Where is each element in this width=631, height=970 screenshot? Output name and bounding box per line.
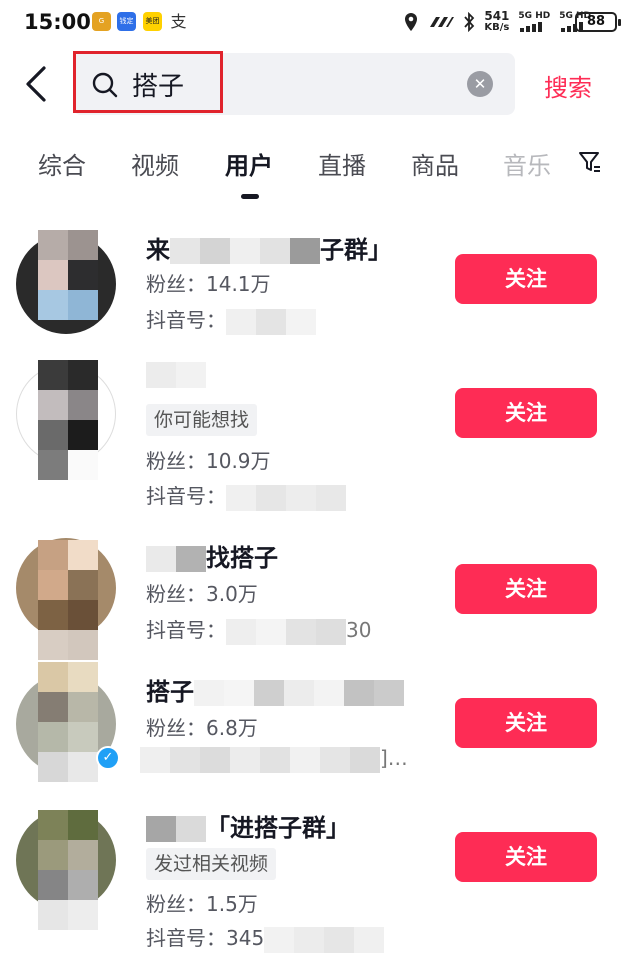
search-button[interactable]: 搜索	[544, 68, 592, 103]
list-item[interactable]: 来 子群」 粉丝：14.1万 抖音号： 关注	[0, 222, 631, 352]
avatar-mosaic	[38, 360, 98, 480]
id-label: 抖音号：	[146, 926, 226, 950]
user-name[interactable]: 「进搭子群」	[146, 808, 350, 843]
list-item[interactable]: 你可能想找 粉丝：10.9万 抖音号： 关注	[0, 352, 631, 511]
tab-users[interactable]: 用户	[225, 146, 273, 181]
bluetooth-icon	[464, 12, 475, 32]
fans-label: 粉丝：	[146, 272, 206, 296]
fans-label: 粉丝：	[146, 716, 206, 740]
fans-count: 粉丝：3.0万	[146, 578, 258, 607]
net-speed-value: 541	[484, 9, 510, 23]
douyin-id: 抖音号：	[146, 480, 346, 511]
fans-label: 粉丝：	[146, 582, 206, 606]
network-speed: 541 KB/s	[484, 9, 510, 33]
douyin-id: 抖音号：	[146, 304, 316, 335]
fans-label: 粉丝：	[146, 449, 206, 473]
nfc-icon	[430, 17, 455, 27]
fans-value: 6.8万	[206, 716, 258, 740]
list-item[interactable]: ✓ 搭子 粉丝：6.8万 ]… 关注	[0, 662, 631, 792]
fans-value: 3.0万	[206, 582, 258, 606]
suggestion-tag: 你可能想找	[146, 404, 258, 436]
id-value: ]…	[380, 746, 408, 770]
fans-count: 粉丝：14.1万	[146, 268, 271, 297]
fans-count: 粉丝：10.9万	[146, 445, 271, 474]
status-bar: 15:00 G 钱定 美团 支 541 KB/s 5G HD 5G HD 88	[0, 0, 631, 44]
status-indicators: 541 KB/s 5G HD 5G HD	[403, 10, 591, 34]
user-name-suffix: 「进搭子群」	[206, 814, 350, 842]
id-value: 30	[346, 618, 372, 642]
signal-1-label: 5G HD	[518, 10, 551, 21]
douyin-id: 抖音号： 30	[146, 614, 371, 645]
verified-badge-icon: ✓	[96, 746, 120, 770]
avatar-mosaic	[38, 662, 98, 782]
fans-value: 10.9万	[206, 449, 271, 473]
signal-bars-icon	[520, 21, 543, 32]
battery-indicator: 88	[575, 12, 621, 32]
user-name-prefix: 搭子	[146, 678, 194, 706]
douyin-id: 抖音号：345	[146, 922, 385, 953]
net-speed-unit: KB/s	[484, 22, 510, 33]
user-name[interactable]: 来 子群」	[146, 230, 392, 265]
tab-music[interactable]: 音乐	[503, 146, 553, 181]
app-notification-icon: 钱定	[117, 12, 136, 31]
avatar-mosaic	[38, 230, 98, 320]
search-icon	[92, 72, 118, 98]
signal-1: 5G HD	[518, 11, 550, 34]
user-name-suffix: 子群」	[320, 236, 392, 264]
clear-icon[interactable]: ✕	[467, 71, 493, 97]
app-notification-icon: 支	[170, 12, 187, 31]
fans-value: 14.1万	[206, 272, 271, 296]
fans-count: 粉丝：6.8万	[146, 712, 258, 741]
follow-button[interactable]: 关注	[455, 698, 597, 748]
douyin-id: ]…	[140, 746, 408, 773]
list-item[interactable]: 找搭子 粉丝：3.0万 抖音号： 30 关注	[0, 530, 631, 660]
follow-button[interactable]: 关注	[455, 564, 597, 614]
tab-live[interactable]: 直播	[318, 146, 366, 181]
fans-label: 粉丝：	[146, 892, 206, 916]
filter-icon[interactable]	[578, 150, 602, 174]
user-name-prefix: 来	[146, 236, 170, 264]
fans-value: 1.5万	[206, 892, 258, 916]
id-value: 345	[226, 926, 265, 950]
fans-count: 粉丝：1.5万	[146, 888, 258, 917]
status-time: 15:00	[24, 10, 91, 34]
avatar-mosaic	[38, 540, 98, 660]
location-icon	[405, 13, 418, 31]
id-label: 抖音号：	[146, 618, 226, 642]
content-tag: 发过相关视频	[146, 848, 277, 880]
tab-products[interactable]: 商品	[411, 146, 459, 181]
result-tabs: 综合 视频 用户 直播 商品 音乐	[0, 140, 631, 200]
follow-button[interactable]: 关注	[455, 832, 597, 882]
user-name-suffix: 找搭子	[206, 544, 278, 572]
user-name[interactable]: 搭子	[146, 672, 404, 707]
tab-comprehensive[interactable]: 综合	[38, 146, 86, 181]
user-name[interactable]: 找搭子	[146, 538, 278, 573]
user-name[interactable]	[146, 360, 206, 388]
id-label: 抖音号：	[146, 308, 226, 332]
active-tab-indicator	[241, 194, 259, 199]
search-query-text[interactable]: 搭子	[132, 66, 184, 103]
list-item[interactable]: 「进搭子群」 发过相关视频 粉丝：1.5万 抖音号：345 关注	[0, 800, 631, 953]
avatar-mosaic	[38, 810, 98, 930]
follow-button[interactable]: 关注	[455, 254, 597, 304]
follow-button[interactable]: 关注	[455, 388, 597, 438]
app-notification-icon: 美团	[143, 12, 162, 31]
back-arrow-icon[interactable]	[22, 64, 52, 104]
app-notification-icon: G	[92, 12, 111, 31]
id-label: 抖音号：	[146, 484, 226, 508]
tab-video[interactable]: 视频	[131, 146, 179, 181]
